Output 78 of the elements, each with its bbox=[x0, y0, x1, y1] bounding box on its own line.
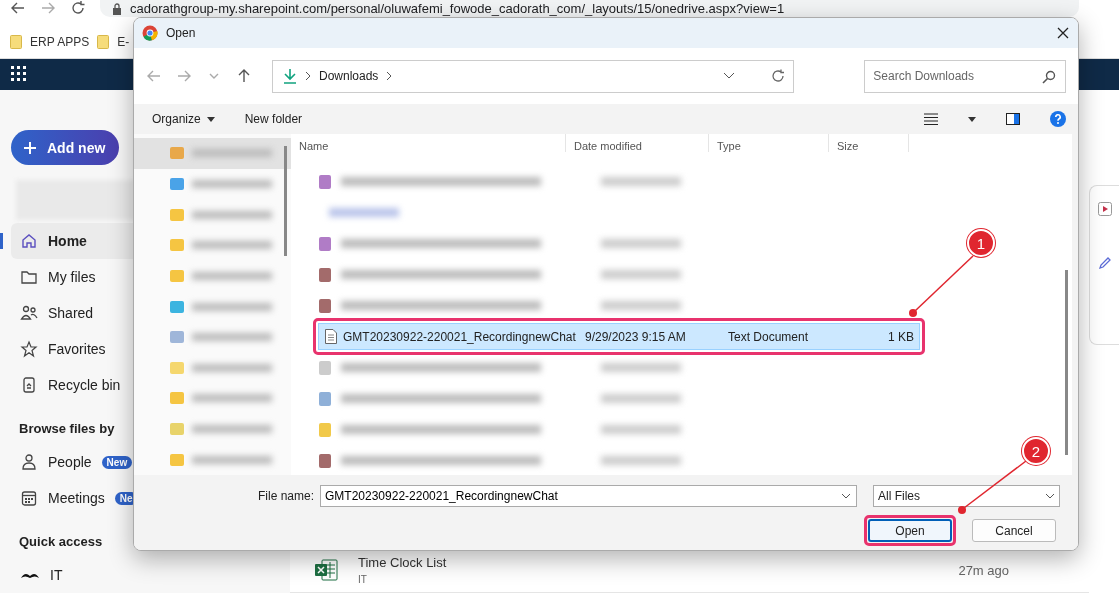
search-icon bbox=[1042, 69, 1056, 84]
address-field[interactable]: Downloads bbox=[272, 59, 795, 93]
column-header[interactable]: Size bbox=[829, 134, 909, 152]
add-new-button[interactable]: Add new bbox=[11, 130, 119, 165]
folder-icon bbox=[10, 34, 22, 49]
file-row[interactable]: GMT20230922-220021_RecordingnewChat 9/29/2023 9:15 AM Text Document 1 KB bbox=[318, 323, 920, 350]
file-size: 1 KB bbox=[887, 329, 915, 344]
text-file-icon bbox=[325, 329, 337, 344]
file-type-dropdown[interactable]: All Files bbox=[873, 485, 1060, 507]
nav-item[interactable]: Recycle bin bbox=[11, 367, 141, 403]
person-icon bbox=[20, 453, 38, 471]
scrollbar[interactable] bbox=[284, 146, 287, 256]
back-icon bbox=[146, 68, 162, 84]
section-heading: Quick access bbox=[19, 534, 104, 549]
up-arrow-icon bbox=[236, 68, 252, 84]
refresh-icon bbox=[771, 69, 786, 83]
modified-time: 27m ago bbox=[958, 562, 1009, 578]
help-icon bbox=[1050, 111, 1066, 127]
file-name[interactable]: Time Clock List bbox=[358, 555, 959, 570]
recycle-bin-icon bbox=[20, 376, 38, 394]
browser-logo-icon bbox=[142, 25, 158, 41]
close-icon bbox=[1056, 26, 1070, 40]
forward-icon bbox=[176, 68, 192, 84]
play-icon bbox=[1097, 202, 1112, 216]
people-icon bbox=[20, 304, 38, 322]
blurred-nav-item[interactable] bbox=[134, 138, 291, 169]
chevron-right-icon bbox=[386, 71, 393, 81]
caret-icon bbox=[206, 116, 215, 122]
nav-item[interactable]: Favorites bbox=[11, 331, 141, 367]
chevron-down-icon bbox=[723, 72, 736, 80]
view-menu-icon bbox=[924, 113, 938, 125]
section-heading: Browse files by bbox=[19, 421, 116, 436]
organize-button[interactable]: Organize bbox=[152, 112, 215, 126]
new-badge: New bbox=[101, 455, 133, 469]
calendar-icon bbox=[20, 489, 38, 507]
lock-icon bbox=[112, 2, 122, 15]
bookmark[interactable]: E- bbox=[117, 34, 130, 49]
open-button[interactable]: Open bbox=[868, 519, 952, 542]
nav-item[interactable]: My files bbox=[11, 259, 141, 295]
nav-item[interactable]: Shared bbox=[11, 295, 141, 331]
column-header[interactable]: Type bbox=[709, 134, 829, 152]
plus-icon bbox=[23, 140, 37, 155]
bookmark[interactable]: ERP APPS bbox=[30, 34, 90, 49]
file-name: GMT20230922-220021_RecordingnewChat bbox=[343, 329, 576, 344]
nav-item[interactable]: IT bbox=[11, 557, 141, 593]
nav-item[interactable]: People New bbox=[11, 444, 141, 480]
new-folder-button[interactable]: New folder bbox=[244, 112, 303, 126]
column-header[interactable]: Name bbox=[291, 134, 566, 152]
back-icon bbox=[10, 0, 26, 16]
download-icon bbox=[283, 68, 297, 84]
file-name-label: File name: bbox=[257, 489, 314, 503]
dialog-title: Open bbox=[166, 26, 197, 40]
preview-pane-icon bbox=[1006, 113, 1020, 125]
home-icon bbox=[20, 232, 38, 250]
app-launcher-icon bbox=[11, 66, 27, 83]
search-field[interactable]: Search Downloads bbox=[864, 59, 1066, 93]
reload-icon bbox=[70, 0, 86, 16]
caret-icon bbox=[968, 116, 976, 122]
folder-icon bbox=[20, 268, 38, 286]
pencil-icon bbox=[1097, 256, 1112, 270]
file-date: 9/29/2023 9:15 AM bbox=[584, 329, 687, 344]
chevron-down-icon bbox=[1045, 493, 1055, 499]
file-location: IT bbox=[358, 574, 368, 585]
leader-line bbox=[958, 460, 1027, 514]
leader-line bbox=[909, 255, 974, 317]
cancel-button[interactable]: Cancel bbox=[972, 519, 1056, 542]
folder-icon bbox=[97, 34, 110, 49]
selection-bar bbox=[0, 233, 3, 249]
star-icon bbox=[20, 340, 38, 358]
file-type: Text Document bbox=[727, 329, 810, 344]
address-bar[interactable]: cadorathgroup-my.sharepoint.com/personal/oluwafemi_fowode_cadorath_com/_layouts/15/onedrive.aspx?view=1 bbox=[100, 0, 1079, 17]
chevron-down-icon bbox=[841, 493, 851, 499]
scrollbar[interactable] bbox=[1065, 270, 1068, 455]
excel-icon bbox=[314, 559, 338, 581]
forward-icon bbox=[40, 0, 56, 16]
chevron-right-icon bbox=[305, 71, 311, 81]
file-name-field[interactable]: GMT20230922-220021_RecordingnewChat bbox=[320, 485, 857, 507]
column-header[interactable]: Date modified bbox=[566, 134, 709, 152]
